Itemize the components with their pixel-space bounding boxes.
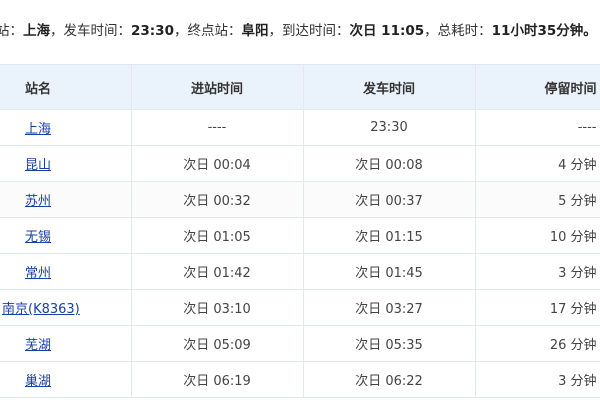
stop-duration-cell: ---- (475, 109, 600, 146)
summary-total-label: ，总耗时： (424, 23, 492, 39)
column-header-stop: 停留时间 (475, 64, 600, 110)
summary-end-station: 阜阳 (241, 23, 269, 39)
station-cell: 南京(K8363) (0, 289, 132, 326)
station-link[interactable]: 上海 (25, 122, 51, 137)
table-header-row: 站名 进站时间 发车时间 停留时间 (0, 64, 600, 110)
column-header-depart: 发车时间 (303, 64, 476, 110)
station-cell: 巢湖 (0, 361, 132, 398)
column-header-station: 站名 (0, 64, 132, 110)
table-row: 苏州 次日 00:32 次日 00:37 5 分钟 (0, 181, 600, 218)
station-link[interactable]: 巢湖 (25, 374, 51, 389)
stop-schedule-table: 站名 进站时间 发车时间 停留时间 上海 ---- 23:30 ---- 昆山 … (0, 64, 600, 398)
summary-arrive-time: 次日 11:05 (349, 23, 425, 39)
station-cell: 上海 (0, 109, 132, 146)
station-link[interactable]: 苏州 (25, 194, 51, 209)
arrive-time-cell: 次日 01:05 (131, 217, 304, 254)
station-cell: 苏州 (0, 181, 132, 218)
table-row: 南京(K8363) 次日 03:10 次日 03:27 17 分钟 (0, 289, 600, 326)
stop-duration-cell: 26 分钟 (475, 325, 600, 362)
station-cell: 昆山 (0, 145, 132, 182)
depart-time-cell: 次日 06:22 (303, 361, 476, 398)
station-link[interactable]: 南京(K8363) (2, 302, 80, 317)
depart-time-cell: 次日 03:27 (303, 289, 476, 326)
arrive-time-cell: 次日 05:09 (131, 325, 304, 362)
arrive-time-cell: 次日 00:04 (131, 145, 304, 182)
arrive-time-cell: 次日 00:32 (131, 181, 304, 218)
station-link[interactable]: 常州 (25, 266, 51, 281)
summary-start-label: 站： (0, 23, 23, 39)
column-header-arrive: 进站时间 (131, 64, 304, 110)
summary-depart-time: 23:30 (131, 23, 174, 39)
stop-duration-cell: 10 分钟 (475, 217, 600, 254)
depart-time-cell: 次日 01:15 (303, 217, 476, 254)
stop-duration-cell: 17 分钟 (475, 289, 600, 326)
table-row: 巢湖 次日 06:19 次日 06:22 3 分钟 (0, 361, 600, 398)
stop-duration-cell: 3 分钟 (475, 361, 600, 398)
arrive-time-cell: 次日 01:42 (131, 253, 304, 290)
summary-arrive-label: ，到达时间： (268, 23, 350, 39)
station-link[interactable]: 芜湖 (25, 338, 51, 353)
summary-total-duration: 11小时35分钟。 (491, 23, 597, 39)
table-row: 芜湖 次日 05:09 次日 05:35 26 分钟 (0, 325, 600, 362)
depart-time-cell: 次日 05:35 (303, 325, 476, 362)
stop-duration-cell: 4 分钟 (475, 145, 600, 182)
summary-end-label: ，终点站： (173, 23, 242, 39)
station-link[interactable]: 无锡 (25, 230, 51, 245)
summary-start-station: 上海 (23, 23, 50, 39)
depart-time-cell: 次日 00:37 (303, 181, 476, 218)
station-cell: 常州 (0, 253, 132, 290)
table-row: 昆山 次日 00:04 次日 00:08 4 分钟 (0, 145, 600, 182)
stop-duration-cell: 5 分钟 (475, 181, 600, 218)
depart-time-cell: 23:30 (303, 109, 476, 146)
table-row: 常州 次日 01:42 次日 01:45 3 分钟 (0, 253, 600, 290)
arrive-time-cell: 次日 06:19 (131, 361, 304, 398)
station-link[interactable]: 昆山 (25, 158, 51, 173)
depart-time-cell: 次日 00:08 (303, 145, 476, 182)
station-cell: 无锡 (0, 217, 132, 254)
table-row: 无锡 次日 01:05 次日 01:15 10 分钟 (0, 217, 600, 254)
summary-depart-label: ，发车时间： (50, 23, 131, 39)
depart-time-cell: 次日 01:45 (303, 253, 476, 290)
arrive-time-cell: ---- (131, 109, 304, 146)
table-row: 上海 ---- 23:30 ---- (0, 109, 600, 146)
stop-duration-cell: 3 分钟 (475, 253, 600, 290)
schedule-summary: 站：上海，发车时间：23:30，终点站：阜阳，到达时间：次日 11:05，总耗时… (0, 20, 597, 42)
arrive-time-cell: 次日 03:10 (131, 289, 304, 326)
station-cell: 芜湖 (0, 325, 132, 362)
